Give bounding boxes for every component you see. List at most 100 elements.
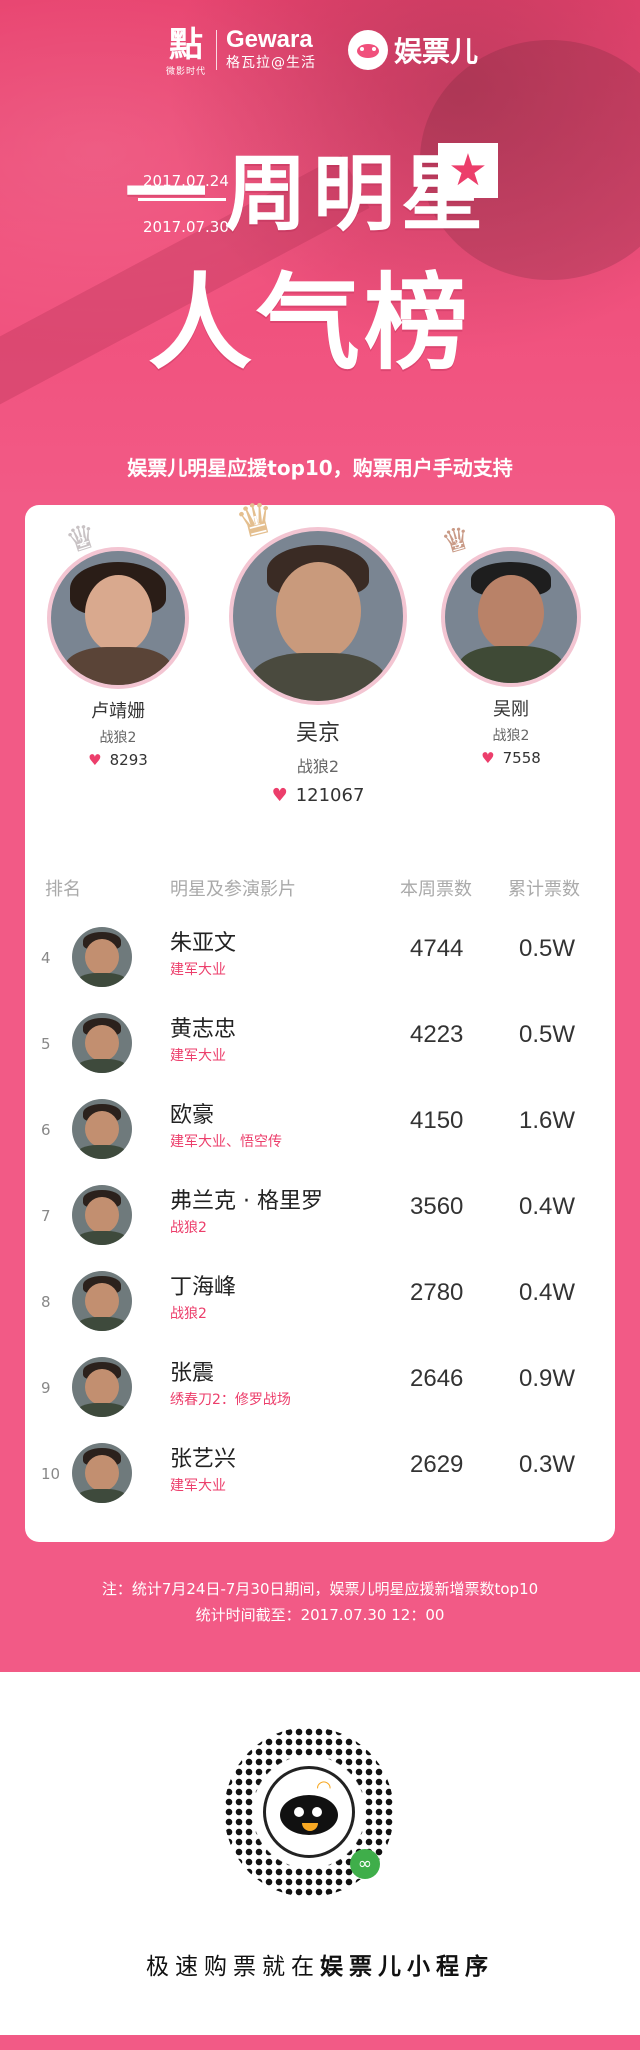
vote-count: ♥ 7558 [436, 749, 586, 767]
weiying-logo-text: 微影时代 [165, 67, 206, 77]
row-films: 战狼2 [170, 1220, 207, 1236]
column-header-rank: 排名 [45, 879, 81, 900]
row-star-name: 张艺兴 [170, 1447, 237, 1472]
mascot-icon: ◠ [263, 1766, 355, 1858]
row-rank: 10 [41, 1465, 61, 1483]
row-rank: 7 [41, 1207, 51, 1225]
row-total-votes: 1.6W [519, 1107, 576, 1134]
column-header-total-votes: 累计票数 [508, 879, 580, 900]
star-film: 战狼2 [492, 728, 530, 744]
star-film: 战狼2 [99, 730, 137, 746]
signal-icon: ◠ [316, 1777, 332, 1798]
star-film: 战狼2 [296, 757, 340, 776]
footnote: 注：统计7月24日-7月30日期间，娱票儿明星应援新增票数top10 统计时间截… [0, 1576, 640, 1628]
row-rank: 6 [41, 1121, 51, 1139]
top3-podium: ♛ 2 卢靖姗 战狼2 ♥ 8293 ♛ 1 吴京 战狼2 ♥ 121067 ♛ 3 [25, 491, 615, 835]
star-icon: ★ [448, 145, 488, 196]
row-week-votes: 2780 [410, 1279, 464, 1306]
row-total-votes: 0.4W [519, 1279, 576, 1306]
row-rank: 8 [41, 1293, 51, 1311]
row-films: 绣春刀2：修罗战场 [170, 1392, 291, 1408]
weiying-logo-glyph: 點 [169, 25, 203, 65]
avatar [47, 547, 189, 689]
table-row[interactable]: 9 张震 绣春刀2：修罗战场 2646 0.9W [25, 1347, 615, 1433]
row-star-name: 欧豪 [170, 1103, 215, 1128]
vote-count: ♥ 121067 [226, 785, 410, 806]
title-line-2: 人气榜 [148, 262, 473, 384]
cta-mini-program-name: 娱票儿小程序 [320, 1954, 494, 1980]
avatar [72, 1271, 132, 1331]
row-total-votes: 0.3W [519, 1451, 576, 1478]
row-films: 战狼2 [170, 1306, 207, 1322]
logo-divider [216, 30, 217, 70]
row-total-votes: 0.9W [519, 1365, 576, 1392]
column-header-week-votes: 本周票数 [400, 879, 472, 900]
avatar [72, 1443, 132, 1503]
row-week-votes: 3560 [410, 1193, 464, 1220]
call-to-action: 极速购票就在娱票儿小程序 [0, 1947, 640, 1981]
row-week-votes: 4744 [410, 935, 464, 962]
star-badge: ★ [438, 143, 498, 198]
row-total-votes: 0.5W [519, 935, 576, 962]
ranking-card: ♛ 2 卢靖姗 战狼2 ♥ 8293 ♛ 1 吴京 战狼2 ♥ 121067 ♛ 3 [25, 491, 615, 1542]
podium-rank-1[interactable]: ♛ 1 吴京 战狼2 ♥ 121067 [226, 491, 410, 806]
vote-count-value: 8293 [109, 751, 148, 769]
row-total-votes: 0.4W [519, 1193, 576, 1220]
avatar [72, 1357, 132, 1417]
footnote-line-2: 统计时间截至：2017.07.30 12：00 [195, 1606, 445, 1624]
cta-prefix: 极速购票就在 [146, 1954, 320, 1980]
avatar [72, 1099, 132, 1159]
star-name: 吴刚 [493, 699, 529, 720]
table-row[interactable]: 6 欧豪 建军大业、悟空传 4150 1.6W [25, 1089, 615, 1175]
star-name: 吴京 [295, 721, 340, 746]
weiying-logo: 點 微影时代 [163, 25, 209, 77]
avatar [72, 927, 132, 987]
avatar [229, 527, 407, 705]
table-row[interactable]: 8 丁海峰 战狼2 2780 0.4W [25, 1261, 615, 1347]
table-row[interactable]: 5 黄志忠 建军大业 4223 0.5W [25, 1003, 615, 1089]
row-week-votes: 2646 [410, 1365, 464, 1392]
page-subtitle: 娱票儿明星应援top10，购票用户手动支持 [127, 456, 513, 480]
yupiaoer-logo-text: 娱票儿 [394, 35, 479, 68]
mini-program-section: ◠ ∞ 极速购票就在娱票儿小程序 [0, 1672, 640, 2035]
mascot-icon [348, 30, 388, 70]
row-week-votes: 4223 [410, 1021, 464, 1048]
table-row[interactable]: 10 张艺兴 建军大业 2629 0.3W [25, 1433, 615, 1519]
ranking-table-header: 排名 明星及参演影片 本周票数 累计票数 [25, 875, 615, 905]
yupiaoer-logo: 娱票儿 [348, 30, 478, 70]
row-rank: 4 [41, 949, 51, 967]
heart-icon: ♥ [88, 751, 102, 769]
row-films: 建军大业、悟空传 [170, 1134, 282, 1150]
podium-rank-3[interactable]: ♛ 3 吴刚 战狼2 ♥ 7558 [436, 518, 586, 767]
table-row[interactable]: 4 朱亚文 建军大业 4744 0.5W [25, 917, 615, 1003]
vote-count: ♥ 8293 [43, 751, 193, 769]
row-week-votes: 4150 [410, 1107, 464, 1134]
column-header-star: 明星及参演影片 [170, 879, 296, 900]
row-total-votes: 0.5W [519, 1021, 576, 1048]
ranking-table: 4 朱亚文 建军大业 4744 0.5W 5 黄志忠 建军大业 4223 0.5… [25, 917, 615, 1519]
bronze-crown-icon: ♛ 3 [432, 516, 480, 562]
avatar [441, 547, 581, 687]
heart-icon: ♥ [481, 749, 495, 767]
gewara-logo-en: Gewara [226, 26, 313, 53]
bottom-bar [0, 2035, 640, 2050]
row-rank: 5 [41, 1035, 51, 1053]
hero-banner: 點 微影时代 Gewara 格瓦拉@生活 娱票儿 2017.07.24 2017… [0, 0, 640, 505]
row-star-name: 丁海峰 [170, 1275, 237, 1300]
gewara-logo-cn: 格瓦拉@生活 [226, 55, 316, 71]
star-name: 卢靖姗 [91, 701, 145, 722]
podium-rank-2[interactable]: ♛ 2 卢靖姗 战狼2 ♥ 8293 [43, 515, 193, 769]
row-star-name: 黄志忠 [170, 1017, 237, 1042]
avatar [72, 1013, 132, 1073]
vote-count-value: 7558 [502, 749, 541, 767]
mini-program-link-icon: ∞ [350, 1849, 380, 1879]
table-row[interactable]: 7 弗兰克 · 格里罗 战狼2 3560 0.4W [25, 1175, 615, 1261]
heart-icon: ♥ [271, 785, 288, 806]
mini-program-code[interactable]: ◠ ∞ [224, 1727, 394, 1897]
row-films: 建军大业 [170, 1048, 226, 1064]
row-films: 建军大业 [170, 1478, 226, 1494]
avatar [72, 1185, 132, 1245]
row-rank: 9 [41, 1379, 51, 1397]
row-star-name: 朱亚文 [170, 931, 237, 956]
row-star-name: 弗兰克 · 格里罗 [170, 1189, 323, 1214]
